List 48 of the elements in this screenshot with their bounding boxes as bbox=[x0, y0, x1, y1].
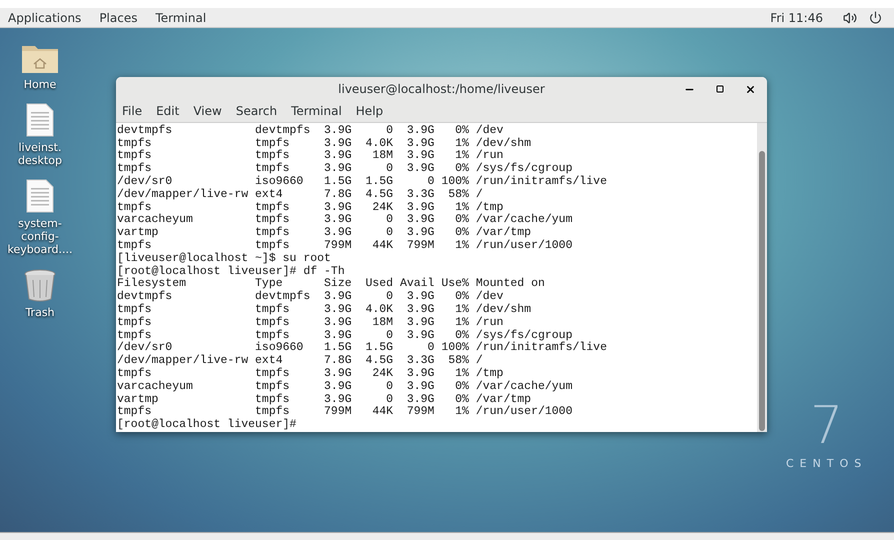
terminal-line: tmpfs tmpfs 799M 44K 799M 1% /run/user/1000 bbox=[117, 406, 574, 418]
terminal-line: devtmpfs devtmpfs 3.9G 0 3.9G 0% /dev bbox=[117, 124, 504, 138]
wallpaper-wordmark: CENTOS bbox=[786, 456, 868, 472]
menu-item[interactable]: Search bbox=[236, 102, 278, 120]
terminal-line: vartmp tmpfs 3.9G 0 3.9G 0% /var/tmp bbox=[117, 394, 532, 406]
panel-menu[interactable]: Terminal bbox=[155, 8, 206, 26]
trash-icon bbox=[23, 268, 57, 302]
desktop-icon-label[interactable]: liveinst. desktop bbox=[18, 141, 62, 167]
terminal-line: tmpfs tmpfs 3.9G 0 3.9G 0% /sys/fs/cgroup bbox=[117, 330, 572, 342]
terminal-line: varcacheyum tmpfs 3.9G 0 3.9G 0% /var/cache/yum bbox=[117, 380, 574, 394]
menu-item[interactable]: View bbox=[193, 102, 222, 120]
terminal-line: [liveuser@localhost ~]$ su root bbox=[117, 252, 332, 266]
maximize-icon[interactable] bbox=[716, 85, 724, 93]
window-title: liveuser@localhost:/home/liveuser bbox=[338, 80, 545, 98]
clock[interactable]: Fri 11:46 bbox=[770, 8, 823, 26]
wallpaper-numeral: 7 bbox=[810, 400, 844, 452]
document-icon bbox=[26, 179, 54, 213]
panel-menu[interactable]: Places bbox=[99, 8, 138, 26]
volume-icon[interactable] bbox=[843, 10, 857, 24]
terminal-line: [root@localhost liveuser]# df -Th bbox=[117, 266, 345, 278]
terminal-line: /dev/mapper/live-rw ext4 7.8G 4.5G 3.3G 58% / bbox=[117, 355, 484, 368]
close-icon[interactable] bbox=[745, 84, 756, 95]
desktop-icon-label[interactable]: Trash bbox=[25, 306, 55, 319]
panel-menu[interactable]: Applications bbox=[8, 8, 82, 26]
terminal-line: tmpfs tmpfs 799M 44K 799M 1% /run/user/1000 bbox=[117, 240, 574, 252]
terminal-line: devtmpfs devtmpfs 3.9G 0 3.9G 0% /dev bbox=[117, 291, 504, 304]
terminal-line: tmpfs tmpfs 3.9G 4.0K 3.9G 1% /dev/shm bbox=[117, 304, 532, 316]
terminal-line: tmpfs tmpfs 3.9G 24K 3.9G 1% /tmp bbox=[117, 202, 504, 214]
menu-item[interactable]: File bbox=[122, 102, 142, 120]
terminal-line: tmpfs tmpfs 3.9G 24K 3.9G 1% /tmp bbox=[117, 368, 504, 380]
desktop-icon-label[interactable]: system- config- keyboard.... bbox=[7, 217, 72, 256]
terminal-line: /dev/mapper/live-rw ext4 7.8G 4.5G 3.3G 58% / bbox=[117, 188, 484, 202]
menu-item[interactable]: Terminal bbox=[291, 102, 342, 120]
power-icon[interactable] bbox=[869, 11, 882, 24]
terminal-line: tmpfs tmpfs 3.9G 4.0K 3.9G 1% /dev/shm bbox=[117, 138, 532, 150]
terminal-line: tmpfs tmpfs 3.9G 18M 3.9G 1% /run bbox=[117, 316, 504, 330]
terminal-line: /dev/sr0 iso9660 1.5G 1.5G 0 100% /run/initramfs/live bbox=[117, 342, 608, 354]
document-icon bbox=[26, 103, 54, 137]
menu-item[interactable]: Help bbox=[356, 102, 384, 120]
terminal-line: Filesystem Type Size Used Avail Use% Mounted on bbox=[117, 278, 546, 290]
terminal-line: [root@localhost liveuser]# bbox=[117, 419, 298, 432]
desktop-icon-label[interactable]: Home bbox=[24, 78, 56, 91]
terminal-line: tmpfs tmpfs 3.9G 18M 3.9G 1% /run bbox=[117, 150, 504, 162]
menu-item[interactable]: Edit bbox=[156, 102, 180, 120]
terminal-line: varcacheyum tmpfs 3.9G 0 3.9G 0% /var/cache/yum bbox=[117, 214, 574, 226]
terminal-line: vartmp tmpfs 3.9G 0 3.9G 0% /var/tmp bbox=[117, 227, 532, 240]
terminal-line: tmpfs tmpfs 3.9G 0 3.9G 0% /sys/fs/cgroup bbox=[117, 163, 574, 176]
terminal-line: /dev/sr0 iso9660 1.5G 1.5G 0 100% /run/initramfs/live bbox=[117, 176, 608, 188]
